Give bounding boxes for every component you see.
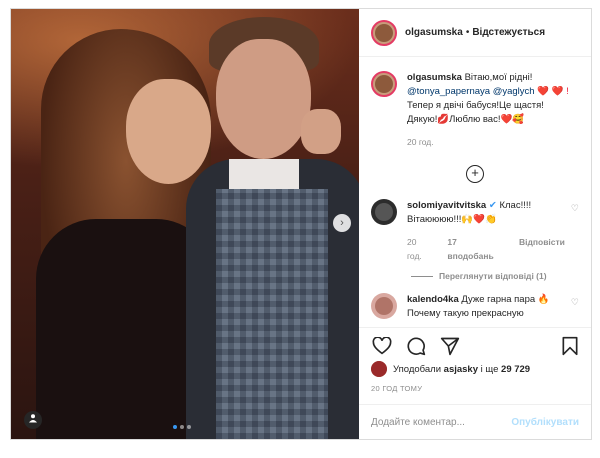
carousel-dot-active	[173, 425, 177, 429]
view-replies-label[interactable]: Переглянути відповіді (1)	[439, 271, 547, 281]
user-tag-icon[interactable]	[24, 411, 42, 429]
heart-icon[interactable]	[371, 335, 393, 357]
follow-status-button[interactable]: Відстежується	[472, 27, 545, 38]
comments-list[interactable]: olgasumska Вітаю,мої рідні! @tonya_paper…	[359, 57, 591, 323]
comment-input[interactable]	[371, 416, 512, 428]
comment-like-heart-icon[interactable]: ♡	[571, 297, 579, 321]
caption-time: 20 год.	[407, 137, 434, 147]
load-more-comments[interactable]: +	[359, 159, 591, 189]
likes-middle: і ще	[480, 363, 499, 375]
author-username[interactable]: olgasumska	[405, 27, 463, 38]
photo-woman-face	[126, 79, 211, 184]
bookmark-icon[interactable]	[559, 335, 581, 357]
carousel-dot	[180, 425, 184, 429]
author-avatar[interactable]	[371, 19, 397, 46]
mention-link[interactable]: @yaglych	[493, 86, 535, 97]
verified-badge-icon: ✔	[488, 200, 497, 211]
likes-prefix: Уподобали	[393, 363, 442, 375]
caption-row: olgasumska Вітаю,мої рідні! @tonya_paper…	[359, 71, 591, 149]
caption-meta: 20 год.	[407, 135, 579, 149]
post-header: olgasumska • Відстежується	[359, 9, 591, 57]
post-side-panel: olgasumska • Відстежується olgasumska Ві…	[359, 9, 591, 439]
comment-like-heart-icon[interactable]: ♡	[571, 203, 579, 263]
comment-text-line-2: Почему такую прекрасную	[407, 308, 524, 319]
chevron-right-icon[interactable]: ›	[333, 214, 351, 232]
post-time-ago[interactable]: 20 ГОД ТОМУ	[371, 384, 422, 393]
comment-meta: 20 год. 17 вподобань Відповісти	[407, 235, 565, 263]
reply-button[interactable]: Відповісти	[519, 235, 565, 263]
comment-row: solomiyavitvitska ✔ Клас!!!! Вітаюююю!!!…	[359, 199, 591, 263]
commenter-username[interactable]: solomiyavitvitska	[407, 200, 486, 211]
photo-hand	[301, 109, 341, 154]
replies-divider	[411, 275, 433, 277]
carousel-dot	[187, 425, 191, 429]
comment-icon[interactable]	[405, 335, 427, 357]
caption-body: olgasumska Вітаю,мої рідні! @tonya_paper…	[407, 71, 579, 149]
comment-body: kalendo4ka Дуже гарна пара 🔥 Почему таку…	[407, 293, 565, 321]
liker-avatar[interactable]	[371, 361, 387, 377]
photo-man-vest	[216, 189, 328, 439]
commenter-username[interactable]: kalendo4ka	[407, 294, 459, 305]
comment-text: Дуже гарна пара 🔥	[461, 294, 550, 305]
caption-line-2: Тепер я двічі бабуся!Це щастя!	[407, 100, 544, 111]
commenter-avatar[interactable]	[371, 293, 397, 319]
mention-link[interactable]: @tonya_papernaya	[407, 86, 490, 97]
likes-summary: Уподобали asjasky і ще 29 729	[371, 361, 530, 377]
caption-author-avatar[interactable]	[371, 71, 397, 97]
view-replies-button[interactable]: Переглянути відповіді (1)	[411, 271, 591, 281]
liker-username[interactable]: asjasky	[444, 364, 478, 375]
commenter-avatar[interactable]	[371, 199, 397, 225]
comment-row: kalendo4ka Дуже гарна пара 🔥 Почему таку…	[359, 293, 591, 321]
caption-line-3: Дякую!💋Люблю вас!❤️🥰	[407, 114, 525, 125]
header-separator: •	[465, 27, 470, 38]
caption-author[interactable]: olgasumska	[407, 72, 462, 83]
plus-circle-icon[interactable]: +	[466, 165, 484, 183]
comment-body: solomiyavitvitska ✔ Клас!!!! Вітаюююю!!!…	[407, 199, 565, 263]
post-actions	[359, 327, 591, 357]
carousel-dots	[173, 425, 191, 429]
likes-count[interactable]: 29 729	[501, 364, 530, 375]
post-photo[interactable]: ›	[11, 9, 359, 439]
share-icon[interactable]	[439, 335, 461, 357]
comment-time: 20 год.	[407, 237, 422, 261]
comment-likes[interactable]: 17 вподобань	[447, 235, 505, 263]
caption-hearts: ❤️ ❤️ !	[537, 86, 569, 97]
photo-man-face	[216, 39, 311, 159]
post-frame: › olgasumska • Відстежується olgasumska …	[10, 8, 592, 440]
caption-text: Вітаю,мої рідні!	[464, 72, 533, 83]
add-comment-bar: Опублікувати	[359, 404, 591, 439]
publish-button[interactable]: Опублікувати	[511, 417, 579, 428]
